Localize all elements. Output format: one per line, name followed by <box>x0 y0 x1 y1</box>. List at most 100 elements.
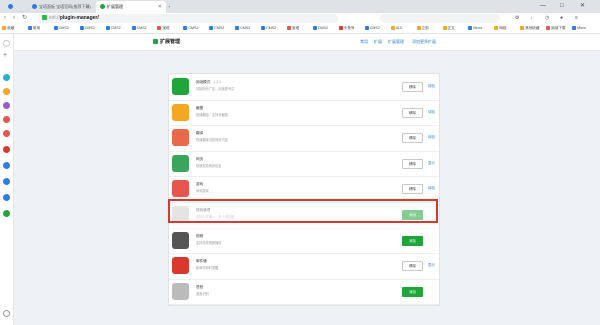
minimize-button[interactable]: — <box>540 0 546 12</box>
plugin-link[interactable]: 体验 <box>428 109 435 114</box>
nav-item[interactable]: 扩展管理 <box>388 34 404 50</box>
bookmark-item[interactable]: CMS2 <box>79 24 105 33</box>
history-icon[interactable]: ◷ <box>545 13 549 24</box>
bookmark-item[interactable]: 阅读下载 <box>546 24 571 33</box>
back-icon[interactable]: ‹ <box>4 13 6 24</box>
bookmark-item[interactable]: CMS2 <box>312 24 338 33</box>
sidebar-add-icon[interactable]: + <box>3 52 10 59</box>
bookmark-item[interactable]: CMS2 <box>183 24 208 33</box>
plugin-name: 阅读模式 1.2.1 <box>196 80 222 84</box>
sidebar-app-icon[interactable] <box>3 162 10 169</box>
bookmark-label: CMS2 <box>84 26 95 30</box>
bookmark-label: CMS2 <box>240 26 251 30</box>
browser-logo-icon <box>8 4 13 10</box>
add-plugin-button[interactable]: 添加 <box>402 286 423 297</box>
bookmark-icon <box>131 26 136 31</box>
bookmark-icon <box>261 26 266 31</box>
browser-logo[interactable] <box>4 1 26 13</box>
bookmark-item[interactable]: 网络 <box>494 24 519 33</box>
plugin-icon <box>172 282 189 300</box>
sidebar-app-icon[interactable] <box>3 194 10 201</box>
plugin-name: 游戏 <box>196 182 204 187</box>
bookmark-item[interactable]: CMS2 <box>261 24 286 33</box>
bookmark-item[interactable]: Micro <box>572 24 597 33</box>
bookmark-label: CMS2 <box>58 26 69 30</box>
bookmark-item[interactable]: CMS2 <box>131 24 157 33</box>
tab-plugin-manager[interactable]: 扩展管理 ✕ <box>96 1 166 13</box>
bookmark-item[interactable]: 常用 <box>27 24 53 33</box>
sidebar-app-icon[interactable] <box>3 178 10 185</box>
tab-baota[interactable]: 宝塔面板 宝塔官网(推荐下载) ✕ <box>28 1 94 13</box>
sidebar-app-icon[interactable] <box>3 88 10 95</box>
bookmark-item[interactable]: CMS2 <box>364 24 390 33</box>
bookmark-item[interactable]: Micro <box>468 24 493 33</box>
nav-item[interactable]: 常用 <box>360 34 368 50</box>
sidebar-app-icon[interactable] <box>3 116 10 123</box>
close-window-button[interactable]: ✕ <box>580 0 585 12</box>
sidebar-app-icon[interactable] <box>3 210 10 217</box>
plugin-icon <box>172 129 189 147</box>
plugin-icon <box>172 103 189 121</box>
bookmark-item[interactable]: CMS2 <box>209 24 234 33</box>
plugin-link[interactable]: 体验 <box>428 83 435 88</box>
sidebar-app-icon[interactable] <box>3 130 10 137</box>
bookmark-label: 其他收藏 <box>525 26 540 30</box>
bookmark-item[interactable]: CMS2 <box>235 24 260 33</box>
sidebar-app-icon[interactable] <box>3 146 10 153</box>
extension-icon[interactable]: ⚙ <box>515 13 519 24</box>
maximize-button[interactable]: □ <box>560 0 564 12</box>
plugin-row: 视频 支持在线视频播放 添加 <box>169 228 439 255</box>
bookmark-item[interactable]: CMS2 <box>105 24 131 33</box>
nav-item[interactable]: 扩展 <box>374 34 382 50</box>
remove-plugin-button[interactable]: 移除 <box>402 184 423 195</box>
new-tab-button[interactable]: + <box>168 1 176 13</box>
bookmark-item[interactable]: 宝塔 <box>287 24 312 33</box>
plugin-link[interactable]: 显示 <box>428 160 435 165</box>
remove-plugin-button[interactable]: 移除 <box>402 261 423 272</box>
forward-icon[interactable]: › <box>13 13 15 24</box>
plugin-link[interactable]: 体验 <box>428 185 435 190</box>
address-input[interactable]: ext://plugin-manager/ <box>38 14 338 23</box>
plugin-row: 翻译 快速翻译当前网页内容 移除 体验 <box>169 125 439 152</box>
sidebar-settings-icon[interactable] <box>3 310 10 317</box>
bookmark-item[interactable]: 正文 <box>442 24 468 33</box>
bookmark-item[interactable]: 413 <box>390 24 416 33</box>
page-title: 扩展管理 <box>153 34 180 50</box>
plugin-description: 支持在线视频播放 <box>196 240 222 245</box>
remove-plugin-button[interactable]: 移除 <box>402 82 423 92</box>
tab-close-icon[interactable]: ✕ <box>158 1 162 13</box>
bookmark-item[interactable]: 之前 <box>416 24 442 33</box>
remove-plugin-button[interactable]: 移除 <box>402 107 423 118</box>
bookmark-label: CMS2 <box>266 26 277 30</box>
plugin-link[interactable]: 体验 <box>428 134 435 139</box>
user-icon[interactable]: ● <box>560 13 563 24</box>
sidebar-app-icon[interactable] <box>3 74 10 81</box>
bookmark-icon <box>79 26 84 31</box>
bookmark-item[interactable]: 宝塔 <box>157 24 182 33</box>
bookmark-item[interactable]: 其他收藏 <box>520 24 545 33</box>
plugin-link[interactable]: 显示 <box>428 262 435 267</box>
bookmark-label: 头条号 <box>343 26 355 30</box>
add-plugin-button[interactable]: 添加 <box>402 235 423 246</box>
nav-item[interactable]: 添加更多扩展 <box>412 34 436 50</box>
remove-plugin-button[interactable]: 移除 <box>402 133 423 144</box>
bookmark-label: CMS2 <box>110 26 121 30</box>
sidebar-home-icon[interactable] <box>3 40 10 47</box>
plugin-icon <box>172 180 189 198</box>
search-input[interactable] <box>380 14 500 23</box>
sidebar-app-icon[interactable] <box>3 102 10 109</box>
bookmark-item[interactable]: 收藏 <box>2 24 27 33</box>
download-icon[interactable]: ↓ <box>530 13 533 24</box>
tab-close-icon[interactable]: ✕ <box>86 1 90 13</box>
bookmark-label: 常用 <box>32 26 41 30</box>
menu-icon[interactable]: ≡ <box>575 13 578 24</box>
bookmark-label: 413 <box>395 26 402 30</box>
reload-icon[interactable]: ↻ <box>22 13 27 24</box>
bookmark-label: 之前 <box>421 26 429 30</box>
plugin-row: 邮件通 新邮件即时提醒 移除 显示 <box>169 253 439 280</box>
bookmark-item[interactable]: CMS2 <box>53 24 79 33</box>
remove-plugin-button[interactable]: 移除 <box>402 158 423 169</box>
plugin-icon <box>172 231 189 249</box>
bookmark-icon <box>520 26 525 31</box>
bookmark-item[interactable]: 头条号 <box>338 24 364 33</box>
